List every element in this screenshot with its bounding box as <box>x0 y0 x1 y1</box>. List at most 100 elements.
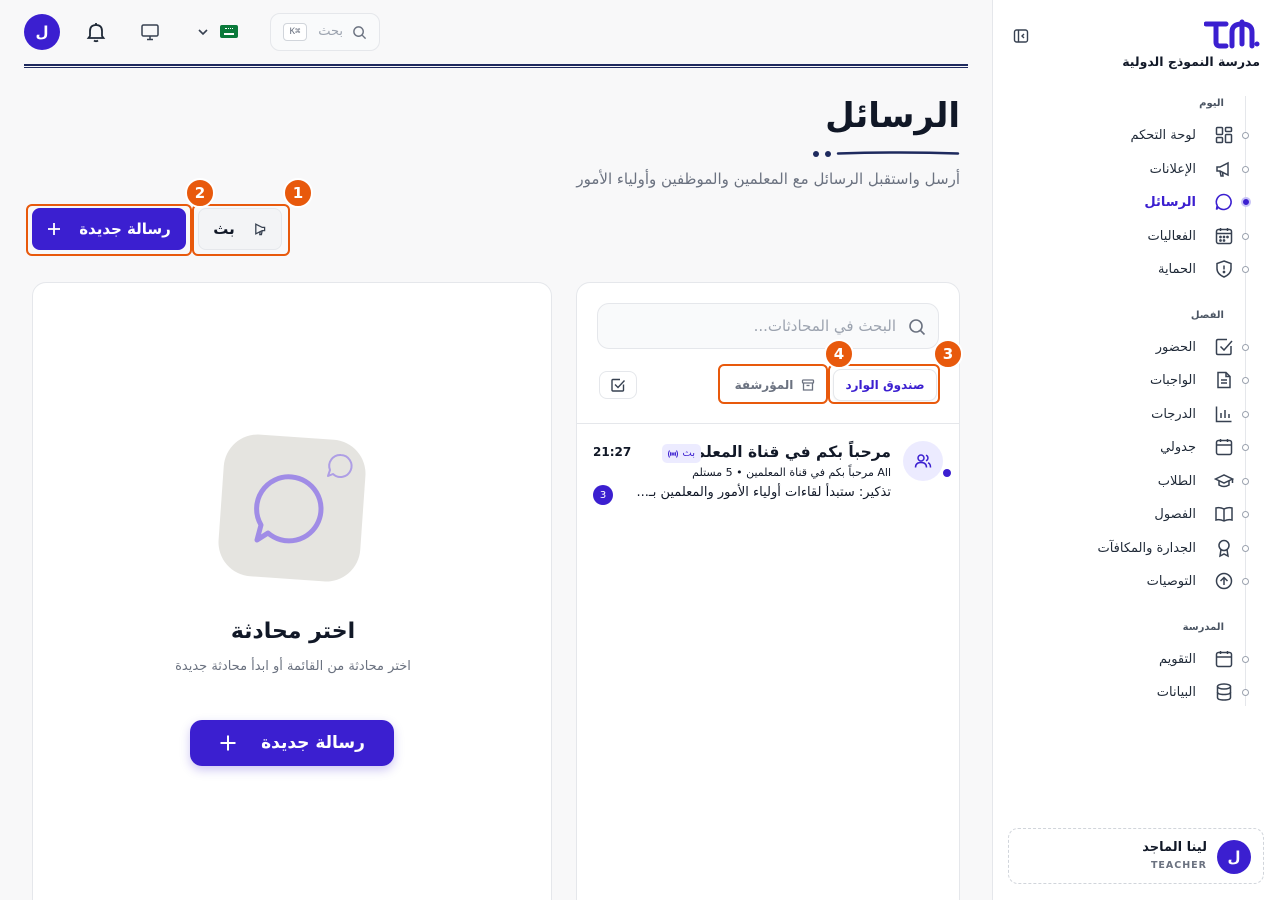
dashboard-icon <box>1215 126 1233 144</box>
new-message-button-large[interactable]: رسالة جديدة <box>190 720 394 766</box>
sidebar-item-messages[interactable]: الرسائل <box>992 186 1280 218</box>
saudi-flag-icon <box>220 25 238 38</box>
graduation-cap-icon <box>1214 474 1234 488</box>
nav-dot <box>1242 577 1249 585</box>
sidebar-collapse-icon[interactable] <box>1013 28 1029 44</box>
sidebar-item-label: الطلاب <box>1157 473 1196 489</box>
annotation-marker-4: 4 <box>824 339 854 369</box>
tab-archived-label: المؤرشفة <box>734 378 794 392</box>
nav-dot <box>1242 232 1249 240</box>
nav-section-today: اليوم <box>1199 98 1224 109</box>
sidebar-item-data[interactable]: البيانات <box>992 676 1280 708</box>
sidebar-item-label: الواجبات <box>1149 372 1196 388</box>
users-icon <box>914 454 932 468</box>
plus-icon <box>48 223 61 235</box>
search-icon <box>909 319 926 336</box>
nav-dot <box>1242 343 1249 351</box>
sidebar-item-label: البيانات <box>1156 684 1196 700</box>
sidebar-item-assignments[interactable]: الواجبات <box>992 364 1280 396</box>
award-icon <box>1218 539 1230 558</box>
bar-chart-icon <box>1215 406 1232 423</box>
broadcast-button[interactable]: بث <box>198 208 282 250</box>
header-divider <box>24 64 968 68</box>
unread-count-badge: 3 <box>593 485 613 505</box>
sidebar-item-merit[interactable]: الجدارة والمكافآت <box>992 532 1280 564</box>
sidebar-item-label: لوحة التحكم <box>1130 127 1196 143</box>
arrow-up-circle-icon <box>1215 572 1233 590</box>
broadcast-icon <box>668 449 679 458</box>
nav-dot <box>1242 544 1249 552</box>
megaphone-icon <box>254 223 266 236</box>
sidebar-item-label: الحضور <box>1155 339 1196 355</box>
chat-bubble-illustration-icon <box>218 434 366 582</box>
sidebar-item-label: الفعاليات <box>1147 228 1196 244</box>
nav-dot <box>1242 165 1249 173</box>
sidebar-item-dashboard[interactable]: لوحة التحكم <box>992 119 1280 151</box>
conversation-search-input[interactable]: البحث في المحادثات... <box>597 303 939 349</box>
avatar: ل <box>1217 840 1251 874</box>
database-icon <box>1216 683 1232 701</box>
empty-state-description: اختر محادثة من القائمة أو ابدأ محادثة جد… <box>175 659 411 674</box>
sidebar-item-attendance[interactable]: الحضور <box>992 331 1280 363</box>
page-title: الرسائل <box>825 96 960 136</box>
nav-dot <box>1242 376 1249 384</box>
list-divider <box>577 423 959 424</box>
conversation-time: 21:27 <box>593 445 632 459</box>
megaphone-icon <box>1216 161 1229 177</box>
avatar[interactable]: ل <box>24 14 60 50</box>
calendar-grid-icon <box>1215 228 1233 245</box>
broadcast-label: بث <box>213 220 235 238</box>
conversation-preview: تذكير: ستبدأ لقاءات أولياء الأمور والمعل… <box>636 485 891 500</box>
book-open-icon <box>1215 506 1233 522</box>
sidebar-item-label: الدرجات <box>1151 406 1196 422</box>
annotation-marker-3: 3 <box>933 339 963 369</box>
sidebar-item-announcements[interactable]: الإعلانات <box>992 153 1280 185</box>
tab-inbox-label: صندوق الوارد <box>845 378 925 392</box>
nav-dot <box>1242 410 1249 418</box>
user-role: TEACHER <box>1150 860 1207 871</box>
nav-dot <box>1242 655 1249 663</box>
sidebar-item-label: التقويم <box>1158 651 1196 667</box>
conversation-meta: All مرحباً بكم في قناة المعلمين • 5 مستل… <box>692 466 891 479</box>
user-profile-card[interactable]: ل لينا الماجد TEACHER <box>1008 828 1264 884</box>
brand-name: مدرسة النموذج الدولية <box>1122 54 1260 69</box>
sidebar-item-grades[interactable]: الدرجات <box>992 398 1280 430</box>
plus-icon <box>220 735 236 751</box>
calendar-icon <box>1215 651 1233 668</box>
tab-inbox[interactable]: صندوق الوارد <box>833 369 937 401</box>
page-subtitle: أرسل واستقبل الرسائل مع المعلمين والموظف… <box>576 170 960 188</box>
empty-state-title: اختر محادثة <box>230 619 356 644</box>
language-switcher[interactable] <box>196 22 244 42</box>
bell-icon[interactable] <box>84 20 108 44</box>
sidebar-item-safeguarding[interactable]: الحماية <box>992 253 1280 285</box>
keyboard-shortcut: K⌘ <box>283 23 307 41</box>
global-search[interactable]: بحث K⌘ <box>270 13 380 51</box>
sidebar-item-students[interactable]: الطلاب <box>992 465 1280 497</box>
broadcast-badge-label: بث <box>682 448 695 459</box>
annotation-marker-2: 2 <box>185 178 215 208</box>
sidebar-item-label: الجدارة والمكافآت <box>1097 540 1196 556</box>
document-icon <box>1217 371 1231 389</box>
nav-dot-active <box>1241 197 1251 207</box>
nav-dot <box>1242 477 1249 485</box>
nav-dot <box>1242 688 1249 696</box>
sidebar-item-recommendations[interactable]: التوصيات <box>992 565 1280 597</box>
conversation-list-item[interactable]: مرحباً بكم في قناة المعلمين بث 21:27 All… <box>577 433 959 505</box>
archive-icon <box>802 379 815 391</box>
new-message-button[interactable]: رسالة جديدة <box>32 208 186 250</box>
new-message-label: رسالة جديدة <box>261 733 365 753</box>
brand-logo-icon <box>1204 19 1260 49</box>
sidebar-item-classes[interactable]: الفصول <box>992 498 1280 530</box>
sidebar-item-my-schedule[interactable]: جدولي <box>992 431 1280 463</box>
calendar-icon <box>1215 439 1233 456</box>
unread-dot <box>943 469 951 477</box>
select-mode-button[interactable] <box>599 371 637 399</box>
sidebar-item-label: جدولي <box>1160 439 1196 455</box>
sidebar-item-label: الإعلانات <box>1149 161 1196 177</box>
broadcast-badge: بث <box>662 444 701 463</box>
sidebar-item-events[interactable]: الفعاليات <box>992 220 1280 252</box>
sidebar-item-calendar[interactable]: التقويم <box>992 643 1280 675</box>
nav-dot <box>1242 443 1249 451</box>
monitor-icon[interactable] <box>140 22 160 42</box>
tab-archived[interactable]: المؤرشفة <box>725 369 825 401</box>
